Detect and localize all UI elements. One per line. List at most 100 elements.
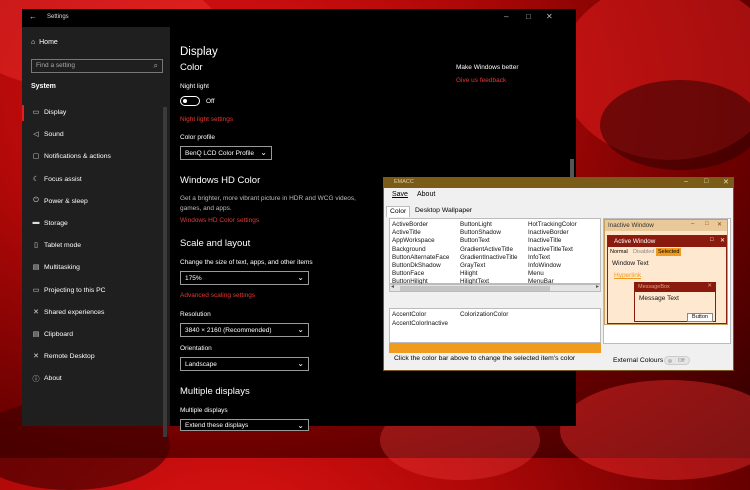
- scale-value: 175%: [185, 275, 202, 282]
- sidebar-item-display[interactable]: ▭ Display: [22, 103, 170, 123]
- list-item[interactable]: AccentColor: [392, 311, 426, 318]
- list-item[interactable]: HotTrackingColor: [528, 221, 577, 228]
- close-icon: ✕: [717, 222, 723, 228]
- list-item[interactable]: ColorizationColor: [460, 311, 508, 318]
- color-profile-dropdown[interactable]: BenQ LCD Color Profile ⌄: [180, 146, 272, 160]
- multitasking-icon: ▤: [32, 264, 40, 272]
- scroll-left-icon[interactable]: ◂: [391, 283, 394, 290]
- sidebar-item-clipboard[interactable]: ▤ Clipboard: [22, 325, 170, 345]
- sidebar-item-multitasking[interactable]: ▤ Multitasking: [22, 258, 170, 278]
- sidebar-scrollbar[interactable]: [163, 107, 167, 437]
- chevron-down-icon: ⌄: [297, 359, 304, 368]
- color-bar[interactable]: [389, 343, 601, 353]
- multiple-displays-dropdown[interactable]: Extend these displays ⌄: [180, 419, 309, 431]
- search-input[interactable]: Find a setting ⌕: [31, 59, 163, 73]
- tab-color[interactable]: Color: [386, 206, 411, 217]
- feedback-link[interactable]: Give us feedback: [456, 77, 506, 84]
- normal-sample: Normal: [610, 249, 628, 255]
- color-bar-hint: Click the color bar above to change the …: [394, 355, 576, 362]
- sidebar-item-storage[interactable]: ▬ Storage: [22, 214, 170, 234]
- maximize-icon[interactable]: □: [704, 178, 708, 185]
- night-light-settings-link[interactable]: Night light settings: [180, 116, 233, 123]
- shared-experiences-icon: ✕: [33, 308, 39, 316]
- sidebar-item-focus-assist[interactable]: ☾ Focus assist: [22, 170, 170, 190]
- resolution-dropdown[interactable]: 3840 × 2160 (Recommended) ⌄: [180, 323, 309, 337]
- list-item[interactable]: ButtonDkShadow: [392, 262, 441, 269]
- messagebox-preview: MessageBox ✕ Message Text Button: [634, 282, 716, 322]
- list-item[interactable]: InactiveTitle: [528, 237, 561, 244]
- sidebar-item-label: About: [44, 375, 62, 383]
- close-icon[interactable]: ✕: [546, 12, 553, 21]
- list-item[interactable]: ButtonText: [460, 237, 490, 244]
- list-item[interactable]: AppWorkspace: [392, 237, 435, 244]
- menu-save[interactable]: Save: [392, 191, 408, 198]
- sidebar-item-label: Multitasking: [44, 264, 80, 272]
- window-text-sample: Window Text: [612, 260, 649, 267]
- sidebar-item-label: Power & sleep: [44, 197, 88, 205]
- list-item[interactable]: GrayText: [460, 262, 485, 269]
- list-item[interactable]: ButtonLight: [460, 221, 492, 228]
- back-arrow-icon[interactable]: ←: [29, 12, 37, 21]
- scale-dropdown[interactable]: 175% ⌄: [180, 271, 309, 285]
- sidebar-item-tablet-mode[interactable]: ▯ Tablet mode: [22, 236, 170, 256]
- sidebar-item-power-sleep[interactable]: ⏻ Power & sleep: [22, 192, 170, 212]
- maximize-icon: □: [705, 221, 709, 227]
- advanced-scaling-link[interactable]: Advanced scaling settings: [180, 292, 255, 299]
- horizontal-scrollbar[interactable]: ◂ ▸: [389, 284, 601, 292]
- sidebar-item-remote-desktop[interactable]: ✕ Remote Desktop: [22, 347, 170, 367]
- toggle-knob: [668, 359, 672, 363]
- tab-desktop-wallpaper[interactable]: Desktop Wallpaper: [412, 206, 475, 217]
- list-item[interactable]: GradientActiveTitle: [460, 246, 513, 253]
- list-item[interactable]: ActiveTitle: [392, 229, 421, 236]
- display-icon: ▭: [32, 109, 40, 116]
- toggle-knob: [183, 99, 187, 103]
- about-icon: ⓘ: [32, 376, 40, 384]
- home-label: Home: [39, 39, 58, 46]
- list-item[interactable]: InfoWindow: [528, 262, 561, 269]
- list-item[interactable]: ButtonShadow: [460, 229, 501, 236]
- messagebox-title: MessageBox: [638, 284, 670, 290]
- minimize-icon[interactable]: –: [504, 12, 508, 21]
- maximize-icon[interactable]: □: [526, 12, 531, 21]
- minimize-icon[interactable]: –: [684, 178, 688, 185]
- storage-icon: ▬: [32, 219, 40, 226]
- notifications-icon: ▢: [32, 153, 40, 161]
- list-item[interactable]: Hilight: [460, 270, 478, 277]
- scroll-thumb[interactable]: [400, 286, 550, 291]
- active-window-preview: Active Window □ ✕ Normal Disabled Select…: [607, 235, 727, 324]
- sidebar-item-sound[interactable]: ◁ Sound: [22, 125, 170, 145]
- color-heading: Color: [180, 62, 203, 73]
- list-item[interactable]: Menu: [528, 270, 544, 277]
- list-item[interactable]: ActiveBorder: [392, 221, 428, 228]
- page-title: Display: [180, 46, 218, 58]
- emacc-title: EMACC: [394, 179, 414, 185]
- sidebar-item-about[interactable]: ⓘ About: [22, 369, 170, 389]
- list-item[interactable]: ButtonAlternateFace: [392, 254, 449, 261]
- sidebar-item-projecting-to-this-pc[interactable]: ▭ Projecting to this PC: [22, 281, 170, 301]
- close-icon: ✕: [720, 238, 726, 244]
- night-light-toggle[interactable]: [180, 96, 200, 106]
- external-colours-toggle[interactable]: Off: [664, 356, 690, 365]
- accent-list: AccentColor ColorizationColor AccentColo…: [389, 308, 601, 343]
- list-item[interactable]: AccentColorInactive: [392, 320, 448, 327]
- list-item[interactable]: Background: [392, 246, 426, 253]
- sidebar-item-label: Projecting to this PC: [44, 286, 106, 294]
- active-title: Active Window: [614, 238, 656, 245]
- scroll-right-icon[interactable]: ▸: [596, 283, 599, 290]
- list-item[interactable]: InactiveBorder: [528, 229, 569, 236]
- close-icon[interactable]: ✕: [723, 178, 729, 186]
- list-item[interactable]: InactiveTitleText: [528, 246, 573, 253]
- hd-heading: Windows HD Color: [180, 175, 261, 186]
- list-item[interactable]: GradientInactiveTitle: [460, 254, 518, 261]
- list-item[interactable]: ButtonFace: [392, 270, 424, 277]
- hd-settings-link[interactable]: Windows HD Color settings: [180, 217, 259, 224]
- orientation-dropdown[interactable]: Landscape ⌄: [180, 357, 309, 371]
- sound-icon: ◁: [33, 131, 39, 139]
- home-link[interactable]: ⌂ Home: [31, 39, 58, 46]
- search-icon: ⌕: [153, 61, 158, 70]
- emacc-titlebar: EMACC – □ ✕: [384, 178, 733, 188]
- sidebar-item-notifications-actions[interactable]: ▢ Notifications & actions: [22, 147, 170, 167]
- sidebar-item-shared-experiences[interactable]: ✕ Shared experiences: [22, 303, 170, 323]
- list-item[interactable]: InfoText: [528, 254, 550, 261]
- menu-about[interactable]: About: [417, 191, 435, 198]
